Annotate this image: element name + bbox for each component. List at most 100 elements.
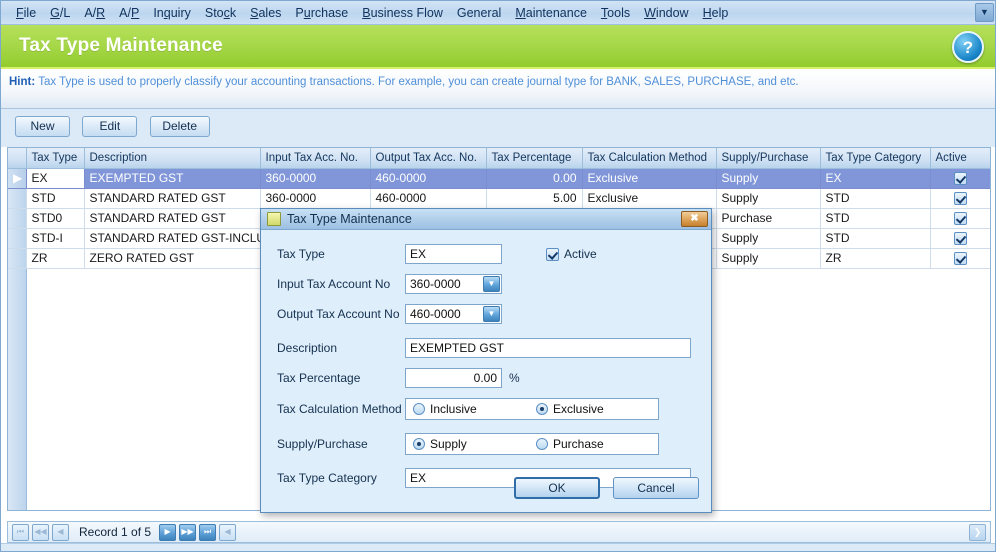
menu-item-inquiry[interactable]: Inquiry [146,4,198,22]
last-record-button[interactable]: ⏭ [199,523,217,541]
chevron-down-icon[interactable]: ▼ [483,306,500,322]
cell-input-tax-acc[interactable]: 360-0000 [260,168,371,189]
tax-calculation-method-group[interactable]: Inclusive Exclusive [405,398,659,420]
radio-supply-dot[interactable] [413,438,425,450]
radio-exclusive[interactable]: Exclusive [536,402,604,416]
radio-supply[interactable]: Supply [413,437,533,451]
active-checkbox-group[interactable]: Active [546,247,597,261]
row-selector-cell[interactable] [8,248,27,269]
cell-description[interactable]: STANDARD RATED GST-INCLUSIVE [84,228,261,249]
menu-item-sales[interactable]: Sales [243,4,288,22]
active-checkbox[interactable] [953,232,967,246]
cell-tax-calc-method[interactable]: Exclusive [582,168,717,189]
cell-active[interactable] [930,188,990,209]
col-tax-type-category[interactable]: Tax Type Category [820,148,931,169]
edit-button[interactable]: Edit [82,116,138,137]
tax-percentage-input[interactable]: 0.00 [405,368,502,388]
row-selector-cell[interactable]: ▶ [8,168,27,189]
cell-tax-type-category[interactable]: STD [820,208,931,229]
cell-tax-type-category[interactable]: STD [820,228,931,249]
chevron-down-icon[interactable]: ▼ [483,276,500,292]
row-selector-cell[interactable] [8,228,27,249]
cell-output-tax-acc[interactable]: 460-0000 [370,168,487,189]
cell-description[interactable]: EXEMPTED GST [84,168,261,189]
active-checkbox[interactable] [546,247,559,261]
cell-tax-type[interactable]: STD [26,188,85,209]
cell-tax-type[interactable]: ZR [26,248,85,269]
cell-tax-percentage[interactable]: 5.00 [486,188,583,209]
output-tax-account-select[interactable]: 460-0000 ▼ [405,304,502,324]
col-tax-calc-method[interactable]: Tax Calculation Method [582,148,717,169]
next-record-button[interactable]: ▶ [159,523,177,541]
cell-description[interactable]: ZERO RATED GST [84,248,261,269]
tax-type-input[interactable]: EX [405,244,502,264]
menu-item-ap[interactable]: A/P [112,4,146,22]
cell-active[interactable] [930,208,990,229]
menu-item-help[interactable]: Help [696,4,736,22]
col-tax-type[interactable]: Tax Type [26,148,85,169]
cell-supply-purchase[interactable]: Supply [716,188,821,209]
previous-record-button[interactable]: ◀ [52,523,69,541]
cell-tax-type[interactable]: STD-I [26,228,85,249]
table-row[interactable]: STD STANDARD RATED GST 360-0000 460-0000 5.0… [8,188,990,209]
cell-tax-calc-method[interactable]: Exclusive [582,188,717,209]
previous-page-button[interactable]: ◀◀ [32,523,49,541]
first-record-button[interactable]: ⏮ [12,523,29,541]
cell-tax-type-category[interactable]: EX [820,168,931,189]
navigator-collapse-button[interactable]: ◀ [219,523,237,541]
menu-item-stock[interactable]: Stock [198,4,243,22]
expand-right-icon[interactable]: ❯ [969,524,986,541]
cell-active[interactable] [930,228,990,249]
cell-tax-type[interactable]: STD0 [26,208,85,229]
menu-item-tools[interactable]: Tools [594,4,637,22]
col-description[interactable]: Description [84,148,261,169]
cell-supply-purchase[interactable]: Supply [716,228,821,249]
radio-purchase-dot[interactable] [536,438,548,450]
col-output-tax-acc[interactable]: Output Tax Acc. No. [370,148,487,169]
col-supply-purchase[interactable]: Supply/Purchase [716,148,821,169]
active-checkbox[interactable] [953,192,967,206]
cell-tax-percentage[interactable]: 0.00 [486,168,583,189]
radio-inclusive[interactable]: Inclusive [413,402,533,416]
description-input[interactable]: EXEMPTED GST [405,338,691,358]
menu-item-purchase[interactable]: Purchase [288,4,355,22]
cell-output-tax-acc[interactable]: 460-0000 [370,188,487,209]
col-active[interactable]: Active [930,148,990,169]
radio-exclusive-dot[interactable] [536,403,548,415]
next-page-button[interactable]: ▶▶ [179,523,197,541]
delete-button[interactable]: Delete [149,116,210,137]
cell-tax-type[interactable]: EX [26,168,85,189]
row-selector-cell[interactable] [8,188,27,209]
col-tax-percentage[interactable]: Tax Percentage [486,148,583,169]
menu-item-ar[interactable]: A/R [77,4,112,22]
menu-item-file[interactable]: File [9,4,43,22]
cell-description[interactable]: STANDARD RATED GST [84,188,261,209]
col-input-tax-acc[interactable]: Input Tax Acc. No. [260,148,371,169]
new-button[interactable]: New [15,116,70,137]
ok-button[interactable]: OK [514,477,600,499]
active-checkbox[interactable] [953,172,967,186]
cell-description[interactable]: STANDARD RATED GST [84,208,261,229]
radio-inclusive-dot[interactable] [413,403,425,415]
menu-item-gl[interactable]: G/L [43,4,77,22]
cell-supply-purchase[interactable]: Supply [716,248,821,269]
input-tax-account-select[interactable]: 360-0000 ▼ [405,274,502,294]
cell-supply-purchase[interactable]: Purchase [716,208,821,229]
table-row[interactable]: ▶ EX EXEMPTED GST 360-0000 460-0000 0.00 Exclu… [8,168,990,189]
menu-item-business-flow[interactable]: Business Flow [355,4,450,22]
cell-supply-purchase[interactable]: Supply [716,168,821,189]
menu-item-window[interactable]: Window [637,4,695,22]
cancel-button[interactable]: Cancel [613,477,699,499]
dialog-title-bar[interactable]: Tax Type Maintenance ✖ [261,209,711,230]
menu-item-general[interactable]: General [450,4,508,22]
cell-active[interactable] [930,168,990,189]
cell-active[interactable] [930,248,990,269]
row-selector-cell[interactable] [8,208,27,229]
radio-purchase[interactable]: Purchase [536,437,604,451]
chevron-down-icon[interactable]: ▼ [975,3,994,22]
close-icon[interactable]: ✖ [681,211,708,227]
cell-tax-type-category[interactable]: STD [820,188,931,209]
active-checkbox[interactable] [953,212,967,226]
question-mark-icon[interactable]: ? [952,31,984,63]
menu-item-maintenance[interactable]: Maintenance [508,4,594,22]
